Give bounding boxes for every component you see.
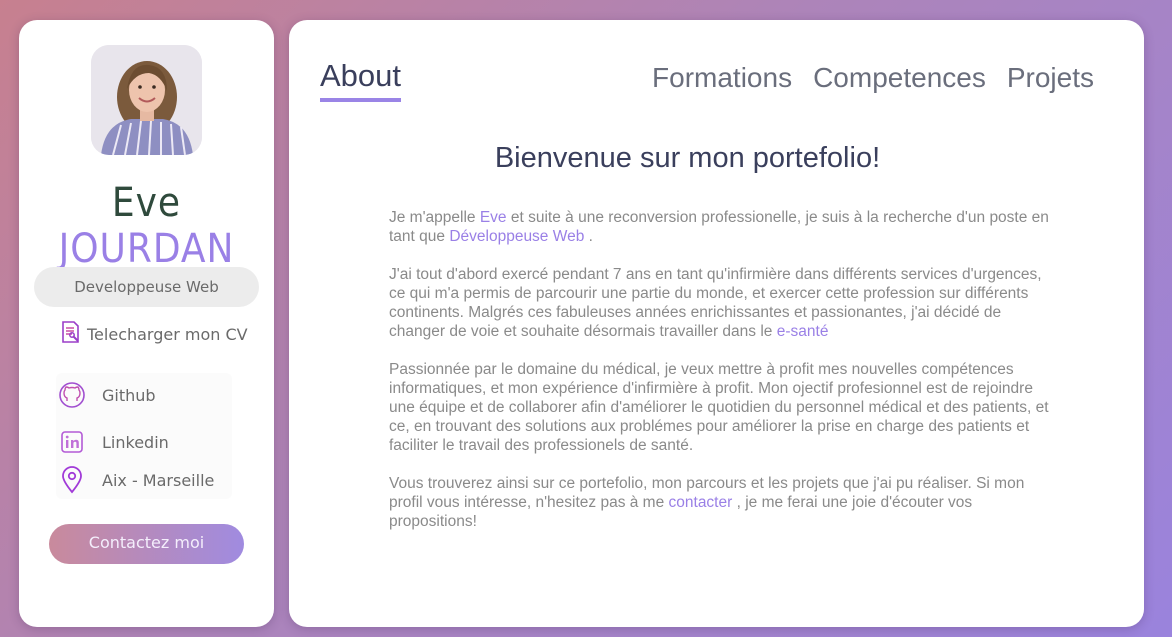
contact-link[interactable]: contacter [669,494,733,511]
tab-about[interactable]: About [320,58,402,102]
page-title: Bienvenue sur mon portefolio! [494,142,881,174]
linkedin-label: Linkedin [102,432,169,452]
avatar [91,45,202,155]
highlight-job: Développeuse Web [449,228,585,245]
paragraph-contact: Vous trouverez ainsi sur ce portefolio, … [389,474,1049,531]
profile-photo [91,45,202,155]
paragraph-goals: Passionnée par le domaine du médical, je… [389,361,1049,454]
contact-me-button[interactable]: Contactez moi [49,524,244,564]
tab-projets[interactable]: Projets [1007,62,1094,94]
download-cv-link[interactable]: Telecharger mon CV [59,320,248,348]
location-label: Aix - Marseille [102,470,215,490]
top-nav: Formations Competences Projets [652,62,1094,94]
github-label: Github [102,385,156,405]
role-badge: Developpeuse Web [34,267,259,307]
linkedin-icon [58,428,86,456]
paragraph-career: J'ai tout d'abord exercé pendant 7 ans e… [389,265,1049,341]
about-text: Je m'appelle Eve et suite à une reconver… [389,208,1049,550]
tab-formations[interactable]: Formations [652,62,792,94]
intro-text-a: Je m'appelle [389,209,480,226]
profile-sidebar: Eve JOURDAN Developpeuse Web Telecharger… [19,20,274,627]
first-name: Eve [111,180,182,226]
career-text: J'ai tout d'abord exercé pendant 7 ans e… [389,266,1042,340]
github-icon [58,381,86,409]
location-pin-icon [58,466,86,494]
github-link[interactable]: Github [58,381,156,409]
last-name: JOURDAN [58,226,235,272]
contact-list: Github Linkedin Aix - Marseille [56,373,232,499]
esante-link[interactable]: e-santé [777,323,829,340]
tab-competences[interactable]: Competences [813,62,986,94]
paragraph-intro: Je m'appelle Eve et suite à une reconver… [389,208,1049,246]
main-content: About Formations Competences Projets Bie… [289,20,1144,627]
document-icon [59,320,83,348]
highlight-name: Eve [479,209,507,226]
profile-name: Eve JOURDAN [19,180,274,272]
intro-text-c: . [584,228,593,245]
download-cv-label: Telecharger mon CV [87,324,248,344]
linkedin-link[interactable]: Linkedin [58,428,169,456]
location-item: Aix - Marseille [58,466,214,494]
